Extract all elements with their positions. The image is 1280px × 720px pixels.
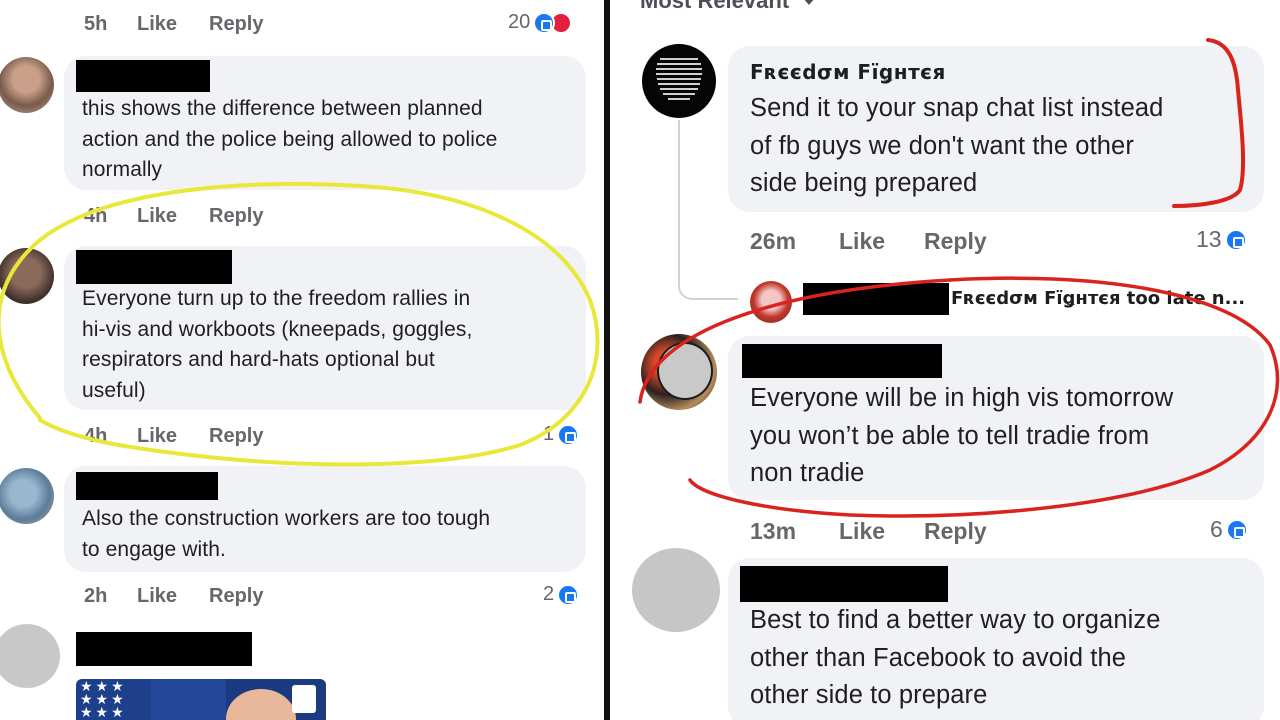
like-link[interactable]: Like <box>137 585 177 608</box>
like-link[interactable]: Like <box>137 205 177 228</box>
sort-label: Most Relevant <box>640 0 790 13</box>
reply-preview-text[interactable]: Fʀєєdσм Fїǥнтєя too late n... <box>951 288 1245 309</box>
top-partial-meta: 5h Like Reply 20 <box>0 0 604 42</box>
avatar[interactable] <box>0 624 60 688</box>
like-link[interactable]: Like <box>137 13 177 36</box>
chevron-down-icon <box>803 0 816 5</box>
reaction-count-value: 6 <box>1210 516 1223 542</box>
avatar[interactable] <box>0 57 54 113</box>
reply-thread-line <box>678 120 738 300</box>
comment-time: 4h <box>84 205 108 227</box>
left-comment-panel: 5h Like Reply 20 this shows the differen… <box>0 0 604 720</box>
redacted-name <box>76 472 218 500</box>
redacted-name <box>740 566 948 602</box>
avatar-blur <box>657 342 713 400</box>
like-reaction-icon <box>557 583 580 606</box>
flag-stars: ★★★ ★★★ ★★★ <box>80 679 127 720</box>
comment-time: 5h <box>84 13 108 35</box>
like-link[interactable]: Like <box>137 425 177 448</box>
image-icon <box>292 685 316 713</box>
like-reaction-icon <box>1224 228 1247 251</box>
redacted-name <box>76 60 210 92</box>
avatar-text-graphic <box>656 58 702 100</box>
reaction-count: 1 <box>543 423 580 446</box>
reaction-count-value: 1 <box>543 423 555 445</box>
sort-dropdown[interactable]: Most Relevant <box>640 0 816 14</box>
comment-text: Best to find a better way to organize ot… <box>750 606 1161 709</box>
avatar[interactable] <box>0 468 54 524</box>
comment-bubble: Also the construction workers are too to… <box>64 466 586 572</box>
comment-time: 13m <box>750 518 797 544</box>
like-reaction-icon <box>557 423 580 446</box>
comment-bubble: this shows the difference between planne… <box>64 56 586 190</box>
reaction-count: 6 <box>1210 516 1248 543</box>
reaction-count-value: 2 <box>543 583 555 605</box>
comment-time: 26m <box>750 228 797 254</box>
reaction-count: 20 <box>508 11 573 34</box>
person-figure <box>226 689 296 720</box>
redacted-name <box>76 632 252 666</box>
comment-bubble: Everyone turn up to the freedom rallies … <box>64 246 586 410</box>
reply-link[interactable]: Reply <box>209 205 263 228</box>
comment-author[interactable]: Fʀєєdσм Fїǥнтєя <box>750 60 946 84</box>
redacted-name <box>76 250 232 284</box>
reply-link[interactable]: Reply <box>924 228 987 255</box>
reaction-count: 2 <box>543 583 580 606</box>
avatar[interactable] <box>641 334 717 410</box>
like-link[interactable]: Like <box>839 518 885 545</box>
avatar[interactable] <box>632 548 720 632</box>
like-reaction-icon <box>1225 518 1248 541</box>
redacted-name <box>803 283 949 315</box>
redacted-name <box>742 344 942 378</box>
like-reaction-icon <box>533 11 556 34</box>
comment-bubble: Fʀєєdσм Fїǥнтєя Send it to your snap cha… <box>728 46 1264 212</box>
comment-text: this shows the difference between planne… <box>82 97 498 181</box>
reply-avatar[interactable] <box>750 281 792 323</box>
comment-text: Everyone will be in high vis tomorrow yo… <box>750 384 1174 487</box>
like-link[interactable]: Like <box>839 228 885 255</box>
reaction-count-value: 20 <box>508 11 531 33</box>
reply-link[interactable]: Reply <box>924 518 987 545</box>
attached-image[interactable]: ★★★ ★★★ ★★★ <box>76 679 326 720</box>
comment-text: Everyone turn up to the freedom rallies … <box>82 287 473 402</box>
comment-time: 4h <box>84 425 108 447</box>
avatar[interactable] <box>0 248 54 304</box>
avatar[interactable] <box>642 44 716 118</box>
reply-link[interactable]: Reply <box>209 585 263 608</box>
reply-link[interactable]: Reply <box>209 13 263 36</box>
reply-link[interactable]: Reply <box>209 425 263 448</box>
comment-text: Send it to your snap chat list instead o… <box>750 94 1164 197</box>
comment-time: 2h <box>84 585 108 607</box>
reaction-count-value: 13 <box>1196 226 1222 252</box>
comment-bubble: Everyone will be in high vis tomorrow yo… <box>728 336 1264 500</box>
right-comment-panel: Most Relevant Fʀєєdσм Fїǥнтєя Send it to… <box>610 0 1280 720</box>
comment-text: Also the construction workers are too to… <box>82 507 491 561</box>
comment-bubble: Best to find a better way to organize ot… <box>728 558 1264 720</box>
reaction-count: 13 <box>1196 226 1247 253</box>
